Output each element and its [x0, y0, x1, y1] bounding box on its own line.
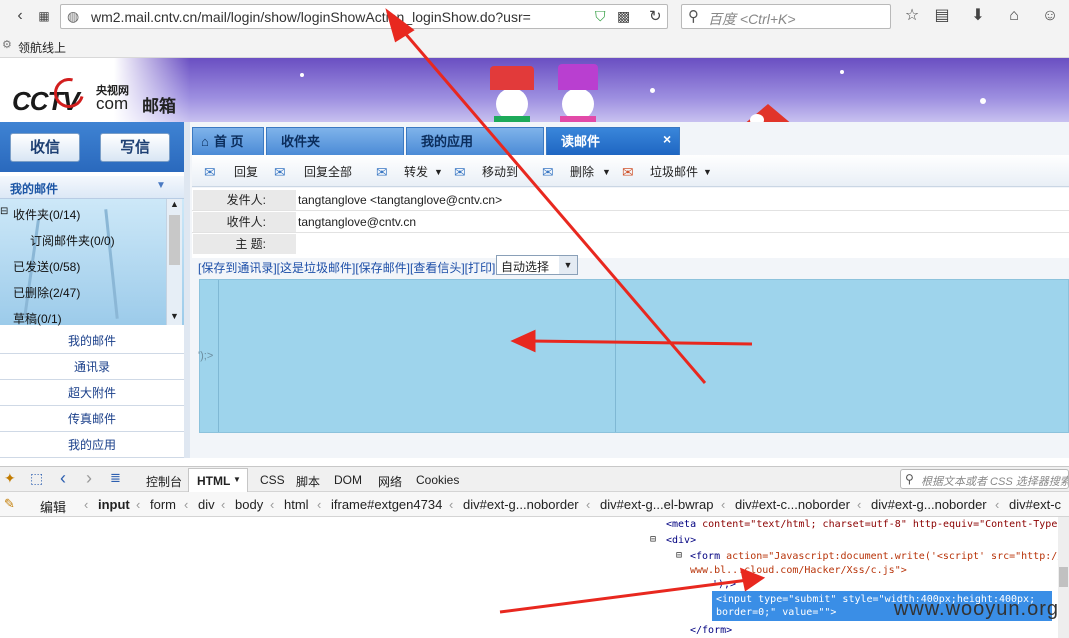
arrow-head	[739, 567, 766, 592]
annotation-arrows	[385, 8, 766, 614]
arrow-line	[499, 578, 749, 614]
arrow-line	[529, 339, 753, 346]
arrow-head	[510, 329, 536, 353]
arrow-line	[396, 24, 707, 384]
